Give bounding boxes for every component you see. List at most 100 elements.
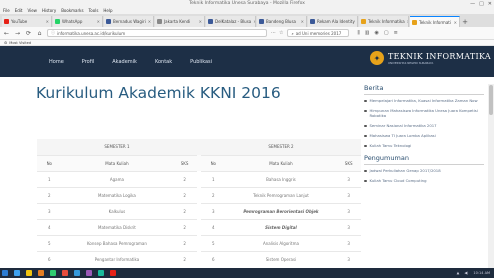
hamburger-menu-icon[interactable]: ≡ xyxy=(394,30,398,36)
browser-tab[interactable]: Rekam Ala Identity✕ xyxy=(308,16,358,27)
browser-tab[interactable]: WhatsApp ✕ xyxy=(53,16,103,27)
menu-edit[interactable]: Edit xyxy=(15,8,23,13)
window-title: Teknik Informatika Unesa Surabaya - Mozi… xyxy=(189,1,305,6)
sidebar-icon[interactable]: ▥ xyxy=(365,30,370,36)
menu-tools[interactable]: Tools xyxy=(89,8,99,13)
reload-button[interactable]: ⟳ xyxy=(25,30,32,37)
cell-no: 1 xyxy=(201,171,226,188)
network-icon[interactable]: ▲ xyxy=(457,271,460,275)
site-brand[interactable]: ✦ TEKNIK INFORMATIKA UNIVERSITAS NEGERI … xyxy=(370,51,491,65)
close-button[interactable]: ✕ xyxy=(488,1,492,7)
cell-course: Pengantar Informatika xyxy=(61,251,173,267)
browser-tab[interactable]: DelKatalaz - Blusa✕ xyxy=(206,16,256,27)
volume-icon[interactable]: ◀) xyxy=(464,271,468,275)
semester-2-header: SEMESTER 2 xyxy=(201,139,361,156)
sidebar-link[interactable]: Seminar Nasional Informatika 2017 xyxy=(364,123,489,128)
site-menu-kontak[interactable]: Kontak xyxy=(155,59,172,65)
bookmark-most-visited[interactable]: Most Visited xyxy=(9,41,31,45)
browser-tab[interactable]: Jakarta Kendi ✕ xyxy=(155,16,205,27)
menu-view[interactable]: View xyxy=(27,8,37,13)
scrollbar[interactable] xyxy=(488,84,494,268)
tab-favicon-icon xyxy=(208,19,213,24)
tab-close-icon[interactable]: ✕ xyxy=(253,19,255,24)
home-button[interactable]: ⌂ xyxy=(36,30,43,37)
taskbar-app-icon[interactable] xyxy=(26,270,32,276)
lock-icon: ⓘ xyxy=(51,30,55,35)
tab-favicon-icon xyxy=(55,19,60,24)
start-button-icon[interactable] xyxy=(2,270,8,276)
sidebar-link[interactable]: Mempelajari Informatika, Kuasai Informat… xyxy=(364,98,489,103)
tab-label: DelKatalaz - Blusa xyxy=(215,19,252,24)
sidebar-link-text: Himpunan Mahasiswa Informatika Unesa Jua… xyxy=(369,108,478,118)
back-button[interactable]: ← xyxy=(3,30,10,37)
tab-close-icon[interactable]: ✕ xyxy=(407,19,408,24)
sidebar-link-text: Kuliah Tamu Cloud Computing xyxy=(369,178,427,183)
browser-tab[interactable]: Teknik Informatika✕ xyxy=(359,16,409,27)
browser-tab[interactable]: Bernadus Wagiri ✕ xyxy=(104,16,154,27)
menu-bookmarks[interactable]: Bookmarks xyxy=(61,8,83,13)
bullet-icon xyxy=(364,99,367,102)
tab-close-icon[interactable]: ✕ xyxy=(97,19,100,24)
taskbar-app-icon[interactable] xyxy=(62,270,68,276)
taskbar-app-icon[interactable] xyxy=(14,270,20,276)
taskbar-app-icon[interactable] xyxy=(110,270,116,276)
screenshot-icon[interactable]: ▢ xyxy=(384,30,389,36)
forward-button[interactable]: → xyxy=(14,30,21,37)
sidebar-link[interactable]: Mahasiswa TI Juara Lomba Aplikasi xyxy=(364,133,489,138)
scrollbar-thumb[interactable] xyxy=(489,85,493,115)
site-menu-profil[interactable]: Profil xyxy=(82,59,94,65)
menu-help[interactable]: Help xyxy=(103,8,112,13)
bullet-icon xyxy=(364,144,367,147)
sidebar-link[interactable]: Kuliah Tamu Teknologi xyxy=(364,143,489,148)
browser-tab[interactable]: YouTube ✕ xyxy=(2,16,52,27)
table-row: 2 Matematika Logika 2 2 Teknik Pemrograman L… xyxy=(37,187,361,204)
cell-no: 5 xyxy=(201,235,226,252)
cell-course: Sistem Digital xyxy=(225,219,337,236)
tab-close-icon[interactable]: ✕ xyxy=(454,20,457,25)
tab-close-icon[interactable]: ✕ xyxy=(301,19,304,24)
search-bar[interactable]: ⌕ ad Uni memories 2017 xyxy=(287,29,350,37)
minimize-button[interactable]: — xyxy=(470,1,475,7)
url-text: informatika.unesa.ac.id/kurikulum xyxy=(57,30,126,36)
cell-no: 4 xyxy=(37,219,62,236)
site-menu-home[interactable]: Home xyxy=(49,59,64,65)
tab-favicon-icon xyxy=(310,19,315,24)
bullet-icon xyxy=(364,179,367,182)
divider xyxy=(364,164,484,165)
browser-tab[interactable]: Teknik Informati ✕ xyxy=(410,16,460,27)
sidebar-link[interactable]: Himpunan Mahasiswa Informatika Unesa Jua… xyxy=(364,108,489,118)
system-tray: ▲ ◀) 10:14 AM xyxy=(457,268,490,278)
browser-tab[interactable]: Bandeng Blusa ✕ xyxy=(257,16,307,27)
taskbar-app-icon[interactable] xyxy=(50,270,56,276)
taskbar-app-icon[interactable] xyxy=(98,270,104,276)
library-icon[interactable]: ⫼ xyxy=(357,30,359,36)
tab-favicon-icon xyxy=(361,19,366,24)
url-bar[interactable]: ⓘ informatika.unesa.ac.id/kurikulum xyxy=(47,29,267,37)
col-mata-kuliah: Mata Kuliah xyxy=(61,155,173,172)
menu-history[interactable]: History xyxy=(42,8,56,13)
col-sks: SKS xyxy=(172,155,197,172)
tab-close-icon[interactable]: ✕ xyxy=(46,19,49,24)
site-menu-akademik[interactable]: Akademik xyxy=(112,59,137,65)
taskbar-app-icon[interactable] xyxy=(74,270,80,276)
bookmark-star-icon[interactable]: ☆ xyxy=(279,30,283,36)
sidebar-link[interactable]: Jadwal Perkuliahan Genap 2017/2018 xyxy=(364,168,489,173)
tab-favicon-icon xyxy=(4,19,9,24)
new-tab-button[interactable]: + xyxy=(461,16,469,27)
taskbar-app-icon[interactable] xyxy=(86,270,92,276)
maximize-button[interactable]: □ xyxy=(479,1,484,7)
tab-close-icon[interactable]: ✕ xyxy=(199,19,202,24)
tab-label: YouTube xyxy=(11,19,28,24)
sidebar-link[interactable]: Kuliah Tamu Cloud Computing xyxy=(364,178,489,183)
col-no: No xyxy=(201,155,226,172)
tab-close-icon[interactable]: ✕ xyxy=(357,19,358,24)
tab-close-icon[interactable]: ✕ xyxy=(148,19,151,24)
clock[interactable]: 10:14 AM xyxy=(473,271,490,275)
semester-header-row: SEMESTER 1 SEMESTER 2 xyxy=(37,139,361,156)
addon-icon[interactable]: ◉ xyxy=(375,30,379,36)
taskbar-app-icon[interactable] xyxy=(38,270,44,276)
page-actions-button[interactable]: ⋯ xyxy=(271,30,276,36)
table-row: 6 Pengantar Informatika 2 6 Sistem Operasi 3 xyxy=(37,251,361,267)
site-menu-publikasi[interactable]: Publikasi xyxy=(190,59,212,65)
menu-file[interactable]: File xyxy=(3,8,10,13)
